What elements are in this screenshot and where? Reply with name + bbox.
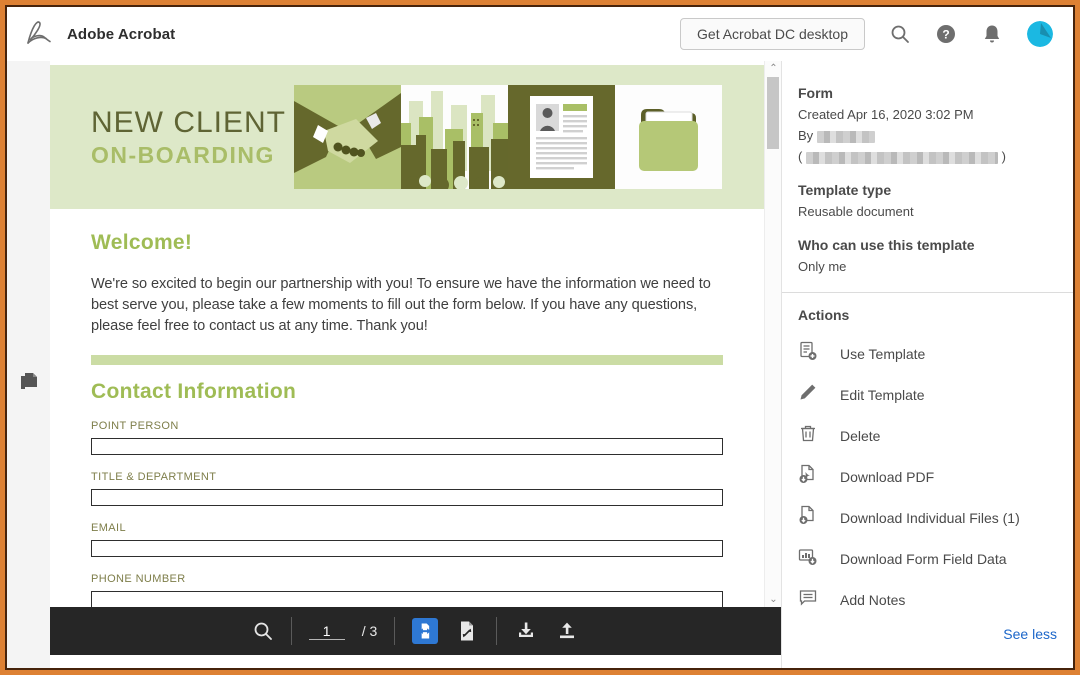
scroll-down-icon[interactable]: ⌄ (765, 594, 781, 605)
document-scrollbar[interactable]: ⌃ ⌄ (764, 61, 781, 607)
template-type-value: Reusable document (798, 204, 1057, 219)
download-pdf-icon (798, 464, 818, 489)
app-title: Adobe Acrobat (67, 26, 175, 43)
city-skyline-illustration (401, 85, 508, 189)
top-bar-actions: Get Acrobat DC desktop ? (680, 18, 1053, 50)
email-field[interactable] (91, 540, 723, 557)
pencil-icon (798, 382, 818, 407)
who-can-use-value: Only me (798, 259, 1057, 274)
handshake-illustration (294, 85, 401, 189)
document-viewer: NEW CLIENT ON-BOARDING (50, 61, 781, 668)
redacted-name (817, 131, 875, 143)
created-date: Created Apr 16, 2020 3:02 PM (798, 107, 1057, 122)
trash-icon (798, 423, 818, 448)
action-label: Delete (840, 428, 880, 444)
by-label: By (798, 128, 813, 143)
page-count-label: / 3 (362, 623, 378, 639)
document-page: NEW CLIENT ON-BOARDING (50, 61, 781, 607)
toolbar-divider (394, 617, 395, 645)
details-panel: Form Created Apr 16, 2020 3:02 PM By ( )… (781, 61, 1073, 668)
form-field-data-icon (798, 546, 818, 571)
contact-information-heading: Contact Information (91, 380, 723, 404)
action-label: Use Template (840, 346, 925, 362)
form-heading: Form (798, 85, 1057, 101)
user-avatar[interactable] (1027, 21, 1053, 47)
page-thumbnails-icon[interactable] (18, 93, 40, 668)
see-less-link[interactable]: See less (798, 626, 1057, 642)
action-label: Download PDF (840, 469, 934, 485)
add-notes-icon (798, 587, 818, 612)
notifications-bell-icon[interactable] (981, 23, 1003, 45)
actions-heading: Actions (798, 307, 1057, 323)
action-download-form-field-data[interactable]: Download Form Field Data (798, 538, 1057, 579)
get-acrobat-desktop-button[interactable]: Get Acrobat DC desktop (680, 18, 865, 50)
creator-email-line: ( ) (798, 149, 1057, 164)
svg-text:?: ? (942, 28, 949, 42)
download-file-icon (798, 505, 818, 530)
share-upload-icon[interactable] (555, 619, 579, 643)
banner-title: NEW CLIENT ON-BOARDING (50, 106, 286, 169)
fit-page-icon[interactable] (455, 619, 479, 643)
scrollbar-thumb[interactable] (767, 77, 779, 149)
help-icon[interactable]: ? (935, 23, 957, 45)
banner-title-line1: NEW CLIENT (91, 106, 286, 140)
action-download-pdf[interactable]: Download PDF (798, 456, 1057, 497)
scroll-up-icon[interactable]: ⌃ (765, 63, 781, 74)
action-label: Edit Template (840, 387, 925, 403)
action-add-notes[interactable]: Add Notes (798, 579, 1057, 620)
phone-number-field[interactable] (91, 591, 723, 607)
form-page-body: Welcome! We're so excited to begin our p… (50, 209, 764, 607)
action-label: Download Individual Files (1) (840, 510, 1020, 526)
toolbar-divider (496, 617, 497, 645)
viewer-toolbar: / 3 (50, 607, 781, 655)
action-label: Download Form Field Data (840, 551, 1007, 567)
adobe-acrobat-logo-icon (23, 17, 53, 52)
action-use-template[interactable]: Use Template (798, 333, 1057, 374)
search-icon[interactable] (889, 23, 911, 45)
action-label: Add Notes (840, 592, 905, 608)
action-delete[interactable]: Delete (798, 415, 1057, 456)
who-can-use-label: Who can use this template (798, 237, 1057, 253)
panel-divider (782, 292, 1073, 293)
paren-open: ( (798, 149, 802, 164)
banner-illustrations (294, 85, 722, 189)
viewer-footer-gap (50, 655, 781, 668)
folder-illustration (615, 85, 722, 189)
field-label-email: EMAIL (91, 522, 723, 534)
redacted-email (806, 152, 998, 164)
point-person-field[interactable] (91, 438, 723, 455)
main-content: NEW CLIENT ON-BOARDING (7, 61, 1073, 668)
page-number-input[interactable] (309, 623, 345, 640)
use-template-icon (798, 341, 818, 366)
brand: Adobe Acrobat (23, 17, 175, 52)
left-rail (7, 61, 50, 668)
field-label-title-department: TITLE & DEPARTMENT (91, 471, 723, 483)
app-window: Adobe Acrobat Get Acrobat DC desktop ? (5, 5, 1075, 670)
field-label-phone-number: PHONE NUMBER (91, 573, 723, 585)
screenshot-frame: Adobe Acrobat Get Acrobat DC desktop ? (0, 0, 1080, 675)
template-type-label: Template type (798, 182, 1057, 198)
title-department-field[interactable] (91, 489, 723, 506)
fit-width-icon[interactable] (412, 618, 438, 644)
created-by-line: By (798, 128, 1057, 143)
action-edit-template[interactable]: Edit Template (798, 374, 1057, 415)
download-icon[interactable] (514, 619, 538, 643)
action-download-individual-files[interactable]: Download Individual Files (1) (798, 497, 1057, 538)
find-in-document-icon[interactable] (252, 620, 274, 642)
toolbar-divider (291, 617, 292, 645)
paren-close: ) (1002, 149, 1006, 164)
resume-document-illustration (508, 85, 615, 189)
field-label-point-person: POINT PERSON (91, 420, 723, 432)
top-bar: Adobe Acrobat Get Acrobat DC desktop ? (7, 7, 1073, 61)
banner-title-line2: ON-BOARDING (91, 142, 286, 169)
welcome-heading: Welcome! (91, 231, 723, 255)
welcome-paragraph: We're so excited to begin our partnershi… (91, 274, 723, 337)
section-divider-bar (91, 355, 723, 365)
document-banner: NEW CLIENT ON-BOARDING (50, 65, 764, 209)
